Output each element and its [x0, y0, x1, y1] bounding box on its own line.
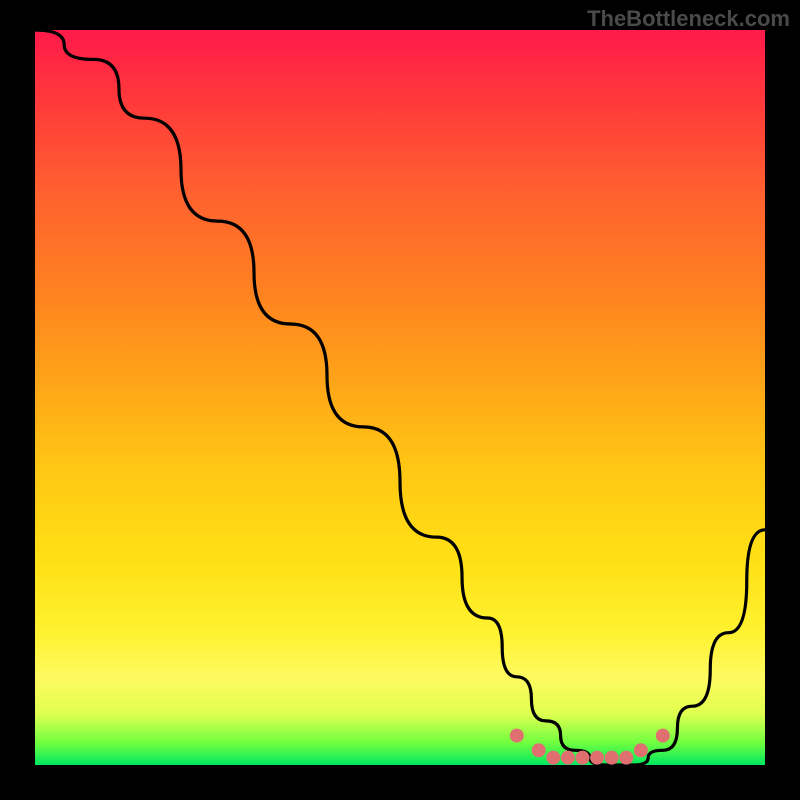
chart-gradient-background: [35, 30, 765, 765]
watermark-text: TheBottleneck.com: [587, 6, 790, 32]
